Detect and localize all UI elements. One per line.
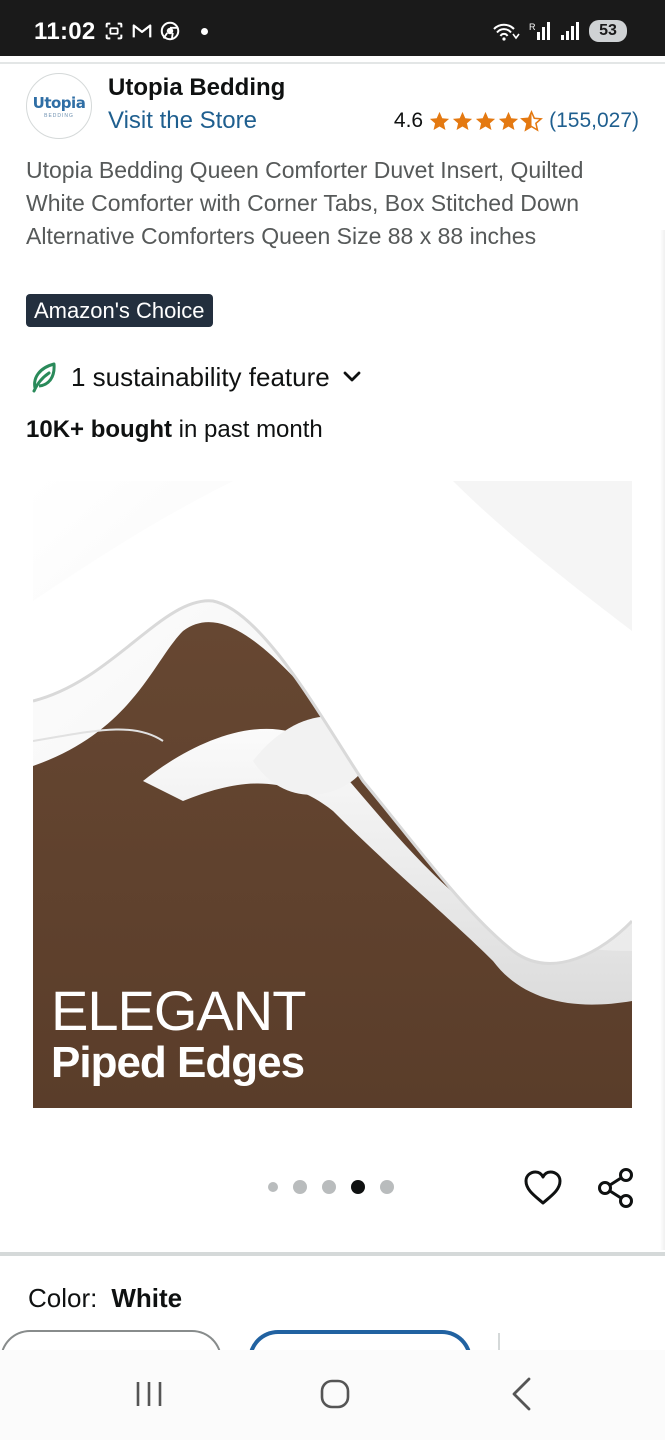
heart-icon[interactable]	[522, 1167, 564, 1209]
back-icon[interactable]	[508, 1376, 534, 1412]
carousel-dot[interactable]	[322, 1180, 336, 1194]
color-label: Color:	[28, 1283, 98, 1313]
notification-icons	[103, 20, 208, 42]
sustainability-label: 1 sustainability feature	[71, 361, 330, 392]
leaf-icon	[32, 362, 56, 393]
store-logo[interactable]: Utopia BEDDING	[26, 73, 92, 139]
status-time: 11:02	[34, 18, 96, 45]
carousel-dot[interactable]	[293, 1180, 307, 1194]
logo-sub: BEDDING	[44, 112, 74, 119]
carousel-dots[interactable]	[268, 1180, 394, 1194]
rating-summary[interactable]: 4.6 (155,027)	[394, 109, 639, 133]
amazons-choice-badge[interactable]: Amazon's Choice	[26, 294, 213, 327]
star-icon	[430, 111, 450, 130]
store-name: Utopia Bedding	[108, 74, 286, 101]
logo-word: Utopia	[32, 93, 86, 112]
chrome-icon	[160, 21, 180, 41]
color-value: White	[111, 1283, 183, 1313]
rating-count-link[interactable]: (155,027)	[549, 109, 639, 133]
product-title: Utopia Bedding Queen Comforter Duvet Ins…	[26, 157, 584, 249]
svg-text:R: R	[529, 22, 536, 32]
bought-suffix: in past month	[172, 416, 323, 443]
screenshot-icon	[105, 22, 123, 40]
carousel-dot-active[interactable]	[351, 1180, 365, 1194]
scroll-edge	[660, 230, 665, 1250]
top-divider	[0, 62, 665, 64]
star-icon	[476, 111, 496, 130]
color-variation-label: Color: White	[28, 1283, 182, 1314]
battery-indicator: 53	[589, 20, 627, 42]
chevron-down-icon	[343, 371, 361, 382]
rating-value: 4.6	[393, 109, 424, 132]
image-caption-line1: ELEGANT	[51, 979, 306, 1042]
star-rating	[428, 109, 544, 133]
bought-in-past-month: 10K+ bought in past month	[26, 416, 323, 444]
more-notifications-dot	[201, 27, 208, 35]
signal-icon: R	[529, 22, 550, 40]
carousel-dot[interactable]	[268, 1182, 278, 1192]
share-icon[interactable]	[596, 1166, 638, 1210]
gmail-icon	[132, 24, 152, 38]
status-right: R 53	[491, 20, 627, 42]
recent-apps-icon[interactable]	[134, 1380, 164, 1408]
carousel-dot[interactable]	[380, 1180, 394, 1194]
wifi-calling-icon	[493, 23, 520, 41]
image-caption-line2: Piped Edges	[51, 1038, 305, 1087]
home-icon[interactable]	[319, 1378, 351, 1410]
section-divider	[0, 1252, 665, 1256]
status-bar: 11:02 R 53	[0, 0, 665, 56]
visit-store-link[interactable]: Visit the Store	[108, 107, 257, 135]
product-image[interactable]: ELEGANT Piped Edges	[33, 481, 632, 1108]
bought-count: 10K+ bought	[26, 416, 173, 443]
sustainability-feature[interactable]: 1 sustainability feature	[30, 360, 364, 394]
half-star-icon	[520, 109, 544, 132]
star-icon	[499, 111, 519, 130]
star-icon	[453, 111, 473, 130]
system-nav-bar	[0, 1350, 665, 1440]
signal-icon-2	[561, 22, 579, 40]
